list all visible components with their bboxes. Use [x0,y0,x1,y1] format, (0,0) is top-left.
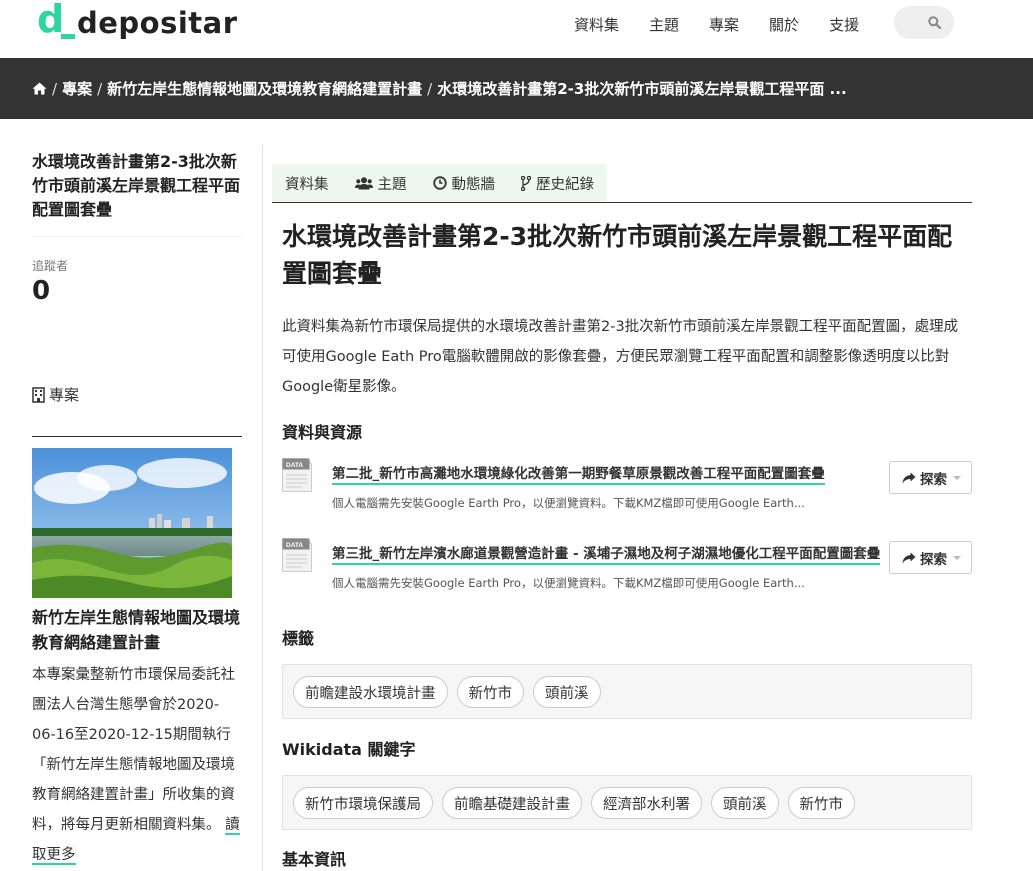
wikidata-item[interactable]: 經濟部水利署 [591,787,702,819]
explore-label: 探索 [920,551,947,568]
main-nav: 資料集 主題 專案 關於 支援 [574,14,889,35]
explore-button[interactable]: 探索 [889,461,972,494]
svg-text:DATA: DATA [286,542,303,549]
project-heading: 專案 [32,384,79,405]
wikidata-list: 新竹市環境保護局 前瞻基礎建設計畫 經濟部水利署 頭前溪 新竹市 [293,787,864,819]
tab-label: 歷史紀錄 [536,176,594,193]
clock-icon [432,176,447,190]
resource-title-link[interactable]: 第二批_新竹市高灘地水環境綠化改善第一期野餐草原景觀改善工程平面配置圖套疊 [332,462,825,485]
nav-topics[interactable]: 主題 [649,14,679,35]
divider [32,236,242,237]
share-icon [902,552,916,563]
resource-description: 個人電腦需先安裝Google Earth Pro，以便瀏覽資料。下載KMZ檔即可… [332,576,805,590]
breadcrumb-projects[interactable]: 專案 [62,78,92,99]
wikidata-box: 新竹市環境保護局 前瞻基礎建設計畫 經濟部水利署 頭前溪 新竹市 [282,775,972,830]
project-description-text: 本專案彙整新竹市環保局委託社團法人台灣生態學會於2020-06-16至2020-… [32,667,235,833]
tab-history[interactable]: 歷史紀錄 [508,164,607,202]
tag-item[interactable]: 新竹市 [456,676,524,708]
nav-datasets[interactable]: 資料集 [574,14,619,35]
breadcrumb: / 專案 / 新竹左岸生態情報地圖及環境教育網絡建置計畫 / 水環境改善計畫第2… [32,78,847,99]
tab-datasets[interactable]: 資料集 [272,164,342,202]
nav-about[interactable]: 關於 [769,14,799,35]
breadcrumb-dataset[interactable]: 水環境改善計畫第2-3批次新竹市頭前溪左岸景觀工程平面 ... [437,78,846,99]
project-image[interactable] [32,448,232,598]
breadcrumb-project[interactable]: 新竹左岸生態情報地圖及環境教育網絡建置計畫 [107,78,422,99]
tag-item[interactable]: 前瞻建設水環境計畫 [293,676,448,708]
data-file-icon: DATA [282,458,312,492]
tab-label: 主題 [377,176,407,193]
sidebar-divider [262,145,263,871]
resources-heading: 資料與資源 [282,423,363,442]
dataset-title: 水環境改善計畫第2-3批次新竹市頭前溪左岸景觀工程平面配置圖套疊 [282,222,953,288]
resource-item: DATA 第二批_新竹市高灘地水環境綠化改善第一期野餐草原景觀改善工程平面配置圖… [282,458,972,518]
sidebar: 水環境改善計畫第2-3批次新竹市頭前溪左岸景觀工程平面配置圖套疊 追蹤者 0 專… [32,150,242,865]
followers-label: 追蹤者 [32,259,69,273]
explore-label: 探索 [920,471,947,488]
project-label: 專案 [49,386,80,404]
wikidata-item[interactable]: 新竹市 [787,787,855,819]
dataset-tabs: 資料集 主題 動態牆 歷史紀錄 [272,164,607,202]
resource-title-link[interactable]: 第三批_新竹左岸濱水廊道景觀營造計畫 - 溪埔子濕地及柯子湖濕地優化工程平面配置… [332,542,881,565]
tags-heading: 標籤 [282,629,315,648]
tab-activity[interactable]: 動態牆 [420,164,509,202]
breadcrumb-bar: / 專案 / 新竹左岸生態情報地圖及環境教育網絡建置計畫 / 水環境改善計畫第2… [0,58,1033,119]
tab-label: 動態牆 [451,176,496,193]
divider [32,436,242,437]
caret-down-icon [953,555,961,560]
caret-down-icon [953,475,961,480]
tag-item[interactable]: 頭前溪 [533,676,601,708]
wikidata-item[interactable]: 新竹市環境保護局 [293,787,433,819]
data-file-icon: DATA [282,538,312,572]
search-icon [928,16,941,29]
site-logo[interactable]: d depositar [37,0,238,42]
project-name[interactable]: 新竹左岸生態情報地圖及環境教育網絡建置計畫 [32,605,242,655]
code-fork-icon [521,175,531,191]
resource-item: DATA 第三批_新竹左岸濱水廊道景觀營造計畫 - 溪埔子濕地及柯子湖濕地優化工… [282,538,972,598]
dataset-description: 此資料集為新竹市環保局提供的水環境改善計畫第2-3批次新竹市頭前溪左岸景觀工程平… [282,319,959,395]
tab-topics[interactable]: 主題 [342,164,420,202]
logo-text: depositar [77,6,238,40]
users-icon [354,176,373,189]
nav-projects[interactable]: 專案 [709,14,739,35]
logo-mark-icon: d [37,0,77,42]
resource-description: 個人電腦需先安裝Google Earth Pro，以便瀏覽資料。下載KMZ檔即可… [332,496,805,510]
share-icon [902,472,916,483]
sidebar-dataset-title: 水環境改善計畫第2-3批次新竹市頭前溪左岸景觀工程平面配置圖套疊 [32,152,241,219]
tags-box: 前瞻建設水環境計畫 新竹市 頭前溪 [282,664,972,719]
nav-support[interactable]: 支援 [829,14,859,35]
tab-label: 資料集 [285,176,329,193]
site-header: d depositar 資料集 主題 專案 關於 支援 [0,0,1033,58]
followers-count: 0 [32,276,51,306]
tabs-underline [272,202,972,203]
tag-list: 前瞻建設水環境計畫 新竹市 頭前溪 [293,676,610,708]
basic-info-heading: 基本資訊 [282,850,347,869]
wikidata-item[interactable]: 前瞻基礎建設計畫 [442,787,582,819]
wikidata-item[interactable]: 頭前溪 [711,787,779,819]
dataset-main: 水環境改善計畫第2-3批次新竹市頭前溪左岸景觀工程平面配置圖套疊 此資料集為新竹… [282,218,972,402]
explore-button[interactable]: 探索 [889,541,972,574]
home-icon[interactable] [32,82,47,95]
project-description: 本專案彙整新竹市環保局委託社團法人台灣生態學會於2020-06-16至2020-… [32,660,242,870]
svg-text:DATA: DATA [286,462,303,469]
search-button[interactable] [894,6,954,39]
wikidata-heading: Wikidata 關鍵字 [282,740,416,759]
building-icon [32,386,45,403]
